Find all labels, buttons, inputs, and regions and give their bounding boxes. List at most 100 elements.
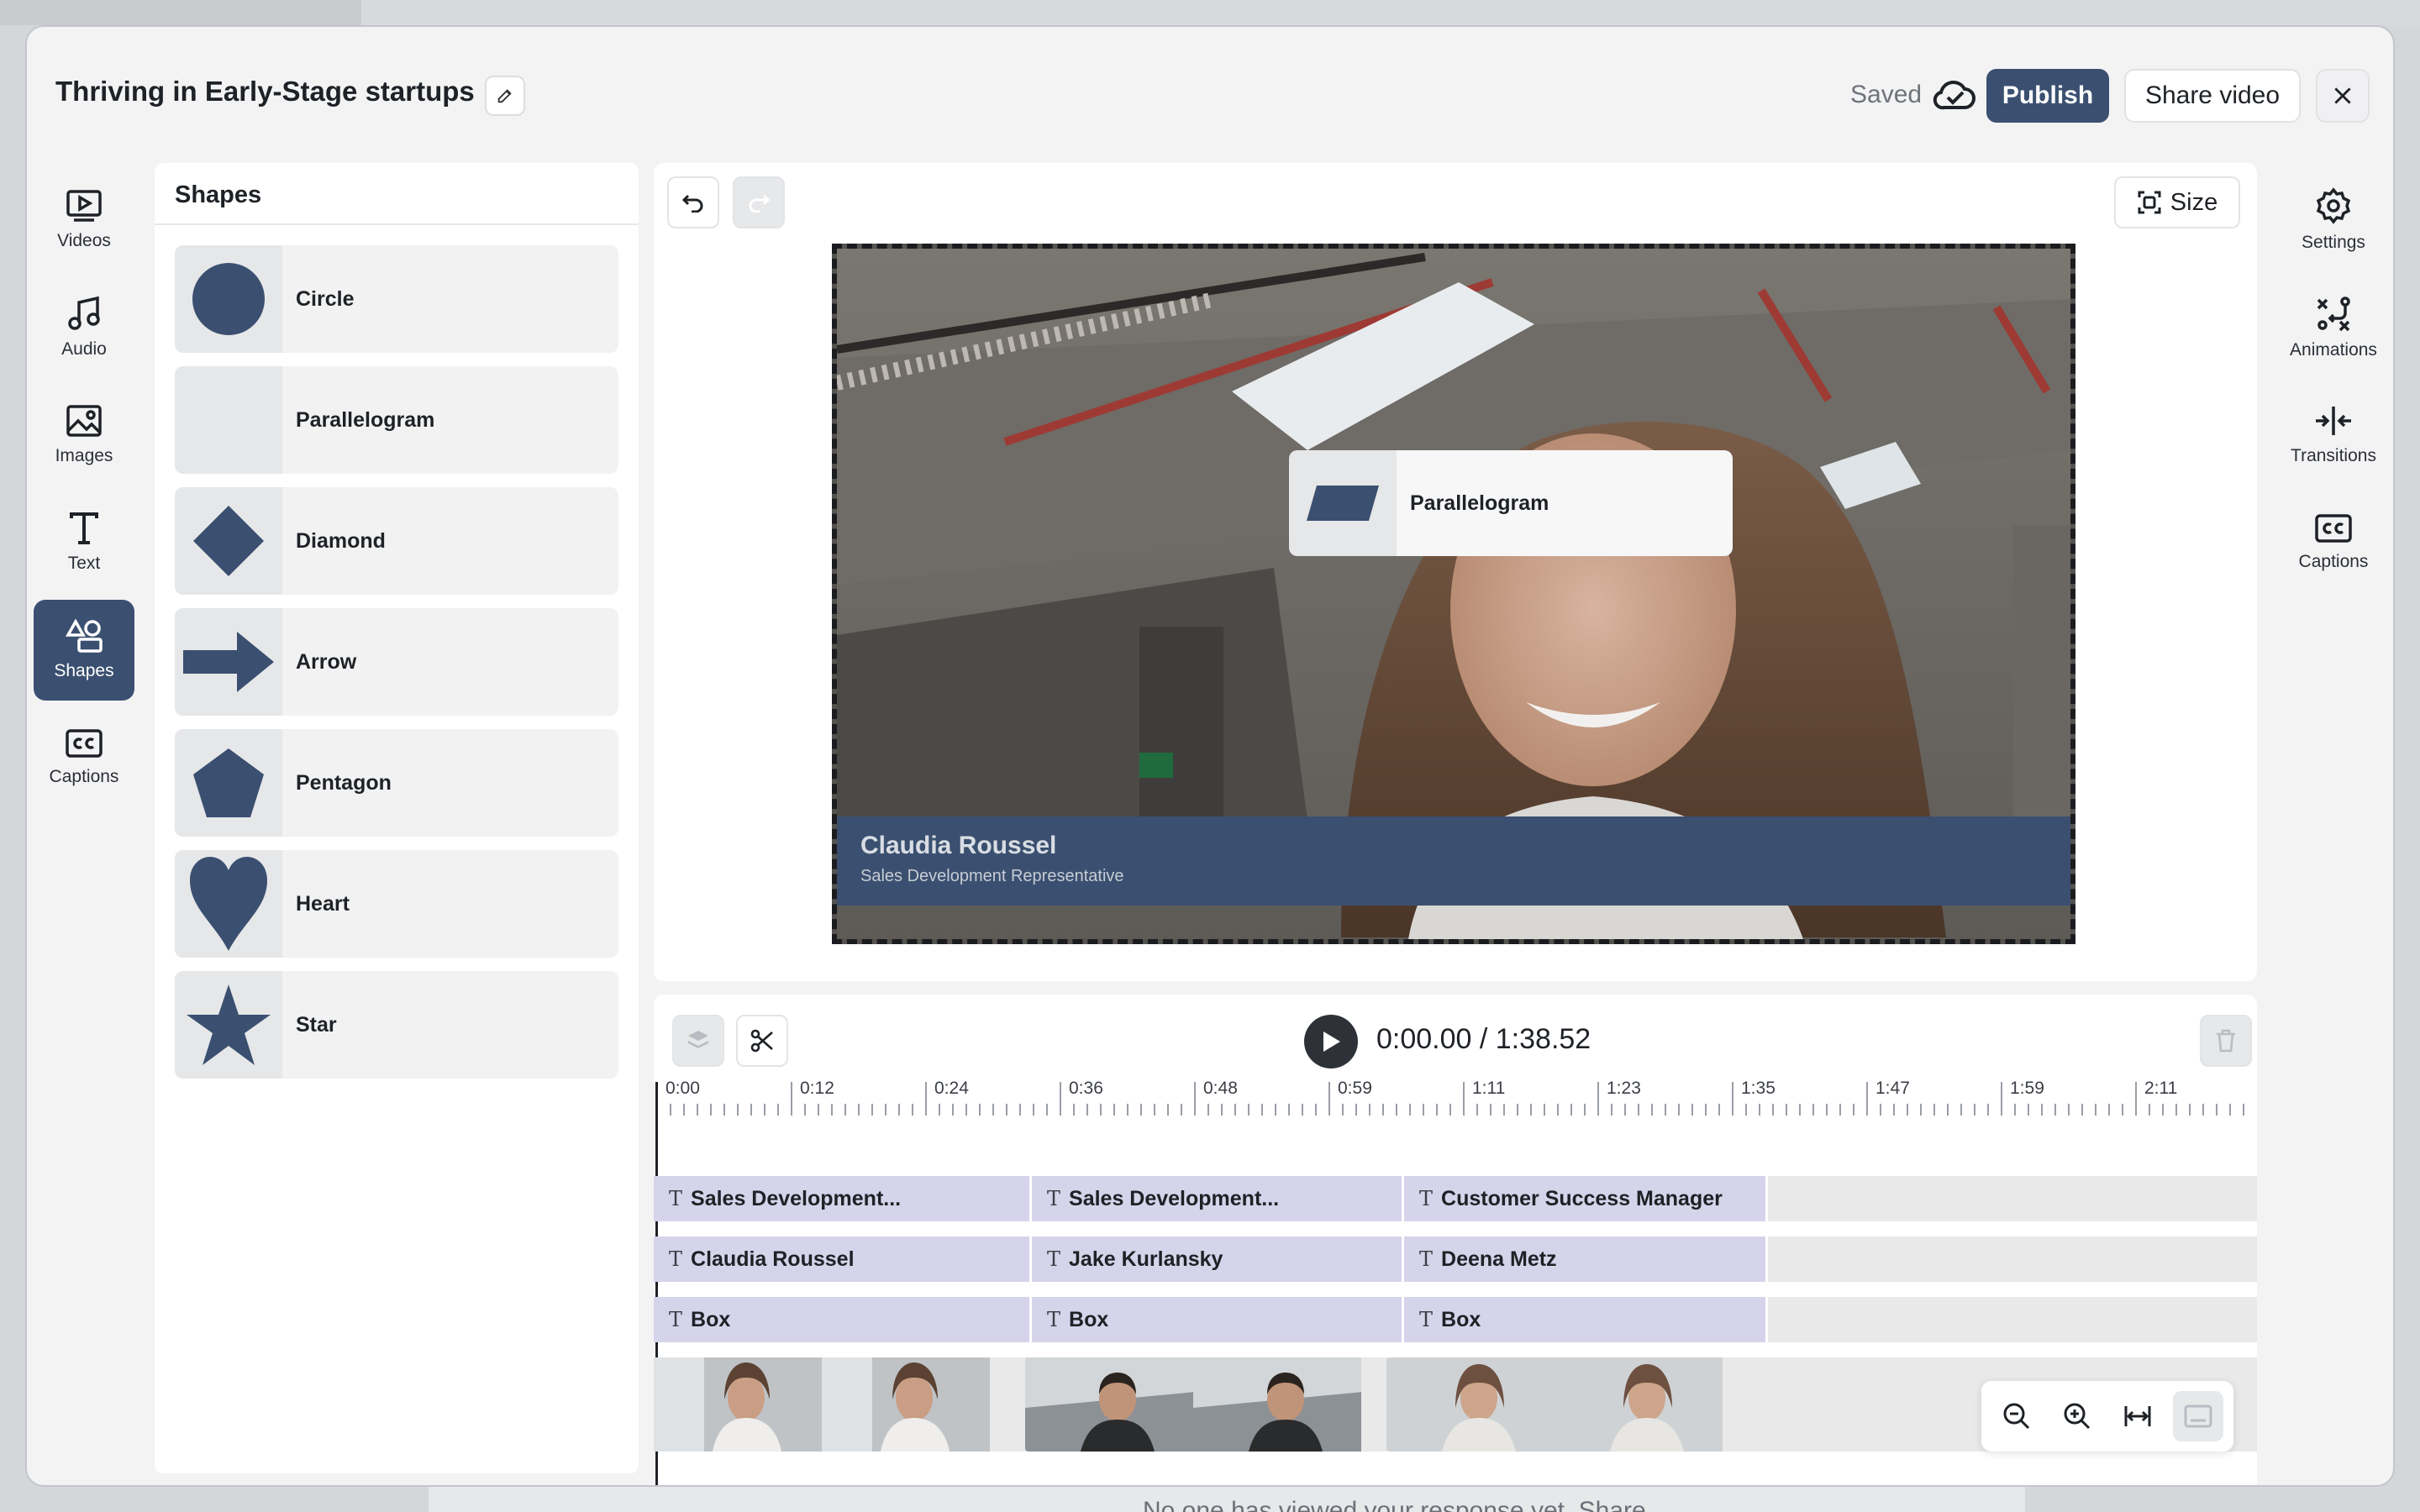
share-video-button[interactable]: Share video — [2124, 69, 2301, 123]
star-icon — [187, 984, 271, 1065]
video-clip[interactable] — [654, 1357, 1023, 1452]
zoom-out-button[interactable] — [1991, 1391, 2042, 1441]
circle-shape-thumb — [175, 245, 282, 353]
nav-videos[interactable]: Videos — [34, 170, 134, 270]
timeline-clip[interactable]: T Claudia Roussel — [654, 1236, 1032, 1282]
image-icon — [66, 405, 102, 437]
saved-status: Saved — [1850, 81, 1923, 108]
scissors-icon — [750, 1029, 773, 1053]
delete-button[interactable] — [2200, 1015, 2252, 1067]
video-thumbnail — [1386, 1357, 1555, 1452]
shape-label: Parallelogram — [296, 407, 435, 432]
clip-label: Box — [1441, 1307, 1481, 1331]
nav-images-label: Images — [55, 446, 113, 465]
timeline-clip[interactable]: T Customer Success Manager — [1404, 1176, 1768, 1221]
layers-icon — [688, 1031, 708, 1048]
nav-audio-label: Audio — [61, 339, 107, 359]
publish-button[interactable]: Publish — [1986, 69, 2109, 123]
ruler-label: 1:59 — [2010, 1079, 2044, 1098]
pencil-icon — [497, 89, 512, 103]
shape-item-diamond[interactable]: Diamond — [175, 487, 618, 595]
nav-captions-right-label: Captions — [2298, 552, 2369, 571]
ruler-label: 1:11 — [1472, 1079, 1506, 1098]
nav-animations[interactable]: Animations — [2279, 277, 2388, 378]
text-icon: T — [1047, 1187, 1061, 1210]
cloud-check-icon — [1933, 80, 1975, 110]
text-icon — [70, 512, 98, 544]
shape-item-pentagon[interactable]: Pentagon — [175, 729, 618, 837]
nav-shapes[interactable]: Shapes — [34, 600, 134, 701]
nav-transitions-label: Transitions — [2291, 446, 2376, 465]
edit-title-button[interactable] — [485, 76, 525, 116]
track-boxes: T Box T Box T Box — [654, 1297, 2257, 1342]
shape-item-heart[interactable]: Heart — [175, 850, 618, 958]
lower-third-banner[interactable]: Claudia Roussel Sales Development Repres… — [837, 816, 2070, 906]
lower-third-role: Sales Development Representative — [860, 867, 1124, 885]
timeline-clip[interactable]: T Box — [1032, 1297, 1404, 1342]
ruler-label: 0:48 — [1203, 1079, 1238, 1098]
zoom-in-button[interactable] — [2052, 1391, 2102, 1441]
close-button[interactable] — [2316, 69, 2370, 123]
timeline-clip[interactable]: T Box — [654, 1297, 1032, 1342]
nav-settings[interactable]: Settings — [2279, 170, 2388, 270]
nav-animations-label: Animations — [2290, 340, 2377, 360]
clip-label: Sales Development... — [691, 1186, 902, 1210]
size-button[interactable]: Size — [2114, 176, 2240, 228]
nav-videos-label: Videos — [57, 231, 111, 250]
nav-transitions[interactable]: Transitions — [2279, 385, 2388, 486]
nav-text[interactable]: Text — [34, 492, 134, 593]
parallelogram-drag-preview[interactable]: Parallelogram — [1289, 450, 1733, 556]
nav-captions[interactable]: Captions — [34, 707, 134, 808]
nav-settings-label: Settings — [2302, 233, 2365, 252]
track-titles: T Sales Development... T Sales Development… — [654, 1176, 2257, 1221]
shape-item-parallelogram[interactable]: Parallelogram — [175, 366, 618, 474]
transitions-icon — [2316, 407, 2351, 435]
size-label: Size — [2170, 188, 2218, 216]
layers-button[interactable] — [672, 1015, 724, 1067]
clip-label: Box — [691, 1307, 731, 1331]
nav-images[interactable]: Images — [34, 385, 134, 486]
timeline-clip[interactable]: T Sales Development... — [1032, 1176, 1404, 1221]
shape-item-arrow[interactable]: Arrow — [175, 608, 618, 716]
text-icon: T — [1419, 1308, 1434, 1331]
undo-button[interactable] — [667, 176, 719, 228]
shape-label: Pentagon — [296, 770, 392, 795]
split-button[interactable] — [736, 1015, 788, 1067]
ruler-label: 0:00 — [666, 1079, 700, 1098]
heart-icon — [190, 857, 267, 951]
heart-shape-thumb — [175, 850, 282, 958]
ruler-label: 0:36 — [1069, 1079, 1103, 1098]
arrow-icon — [183, 632, 274, 692]
shapes-panel: Shapes Circle Parallelogram Diamond Arro… — [155, 163, 639, 1473]
video-preview[interactable]: Claudia Roussel Sales Development Repres… — [832, 244, 2075, 944]
nav-audio[interactable]: Audio — [34, 277, 134, 378]
text-icon: T — [1419, 1187, 1434, 1210]
shapes-panel-title: Shapes — [175, 181, 262, 208]
video-thumbnail — [1025, 1357, 1193, 1452]
video-clip[interactable] — [1025, 1357, 1385, 1452]
shape-label: Arrow — [296, 649, 357, 674]
text-icon: T — [1047, 1308, 1061, 1331]
shape-item-star[interactable]: Star — [175, 971, 618, 1079]
captions-icon — [2184, 1404, 2212, 1428]
caption-toggle-button[interactable] — [2173, 1391, 2223, 1441]
timeline-clip[interactable]: T Deena Metz — [1404, 1236, 1768, 1282]
right-toolbar: Settings Animations Transitions Captions — [2279, 170, 2388, 600]
timeline-clip[interactable]: T Jake Kurlansky — [1032, 1236, 1404, 1282]
nav-captions-right[interactable]: Captions — [2279, 492, 2388, 593]
nav-captions-label: Captions — [49, 767, 119, 786]
diamond-shape-thumb — [175, 487, 282, 595]
play-icon — [1323, 1032, 1340, 1052]
zoom-controls — [1981, 1381, 2233, 1452]
parallelogram-shape-thumb — [175, 366, 282, 474]
timeline-panel: 0:00.00 / 1:38.52 0:00 0:12 0:24 0:36 0:48 0:… — [654, 995, 2257, 1485]
timeline-clip[interactable]: T Box — [1404, 1297, 1768, 1342]
play-button[interactable] — [1304, 1015, 1358, 1068]
timeline-ruler[interactable]: 0:00 0:12 0:24 0:36 0:48 0:59 1:11 1:23 1:35 1:47… — [654, 1079, 2257, 1119]
fit-timeline-button[interactable] — [2112, 1391, 2163, 1441]
left-toolbar: Videos Audio Images Text Shapes Captions — [34, 170, 134, 815]
shape-item-circle[interactable]: Circle — [175, 245, 618, 353]
video-clip[interactable] — [1386, 1357, 1751, 1452]
timeline-clip[interactable]: T Sales Development... — [654, 1176, 1032, 1221]
redo-button[interactable] — [733, 176, 785, 228]
